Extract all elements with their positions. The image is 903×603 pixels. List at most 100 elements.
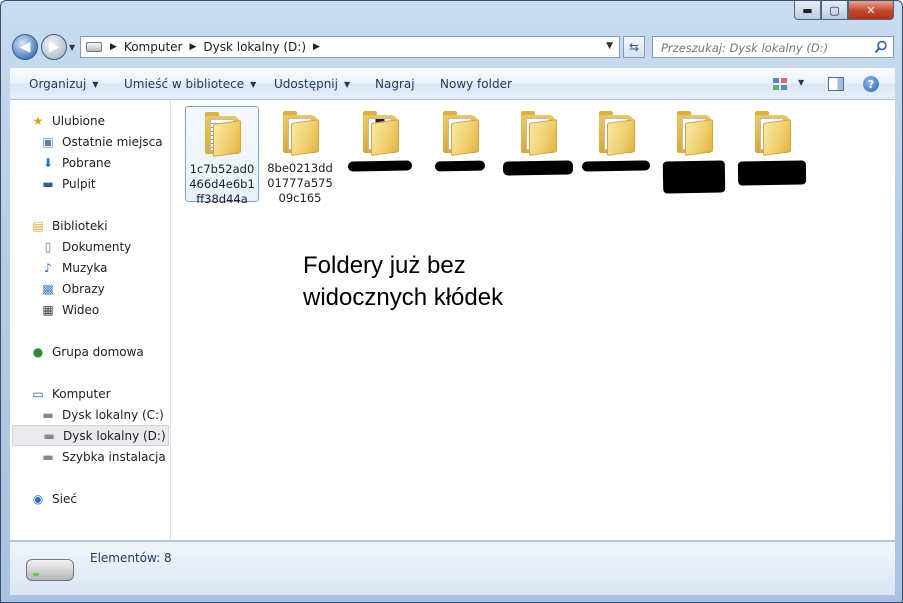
nav-video-label: Wideo [62,302,100,317]
nav-homegroup[interactable]: ● Grupa domowa [30,341,170,362]
forward-button[interactable]: ▶ [41,34,67,60]
nav-pictures[interactable]: ▩ Obrazy [40,278,170,299]
address-dropdown-icon[interactable]: ▼ [606,41,613,51]
view-options-icon[interactable] [772,77,788,91]
folder-item[interactable]: 1c7b52ad0466d4e6b1ff38d44a [185,106,259,206]
arrow-left-icon: ◀ [19,39,31,55]
folder-item[interactable] [343,106,417,202]
folder-item[interactable]: 8be0213dd01777a57509c165 [263,106,337,205]
arrow-right-icon: ▶ [48,39,60,55]
nav-recent-places[interactable]: ▣ Ostatnie miejsca [40,131,170,152]
nav-desktop-label: Pulpit [62,176,96,191]
share-menu[interactable]: Udostępnij ▼ [274,68,350,100]
network-icon: ◉ [32,491,44,506]
include-in-library-menu[interactable]: Umieść w bibliotece ▼ [124,68,256,100]
desktop-icon: ▬ [42,176,54,191]
redacted-name [347,160,413,172]
folder-item[interactable] [657,106,731,202]
nav-network[interactable]: ◉ Sieć [30,488,170,509]
homegroup-icon: ● [32,344,44,359]
star-icon: ★ [32,113,44,128]
organize-menu[interactable]: Organizuj ▼ [29,68,98,100]
nav-favorites-label: Ulubione [52,113,106,128]
window-controls: ▬ ▢ ✕ [794,1,894,21]
share-label: Udostępnij [274,77,338,91]
new-folder-button[interactable]: Nowy folder [440,68,512,100]
chevron-down-icon: ▼ [92,79,99,89]
address-bar[interactable]: ▶ Komputer ▶ Dysk lokalny (D:) ▶ ▼ [80,36,620,58]
redacted-name [662,160,726,194]
folder-icon [357,111,403,156]
nav-computer[interactable]: ▭ Komputer [30,383,170,404]
folder-icon [749,111,795,156]
refresh-icon: ⇆ [628,40,640,54]
folder-item[interactable] [735,106,809,202]
nav-music-label: Muzyka [62,260,108,275]
back-button[interactable]: ◀ [12,34,38,60]
address-row: ◀ ▶ ▼ ▶ Komputer ▶ Dysk lokalny (D:) ▶ ▼… [1,31,902,65]
nav-documents[interactable]: ▯ Dokumenty [40,236,170,257]
folder-item[interactable] [423,106,497,202]
redacted-name [502,160,574,176]
nav-drive-d[interactable]: ▬ Dysk lokalny (D:) [12,425,169,446]
drive-icon: ▬ [42,449,54,464]
breadcrumb-arrow-icon[interactable]: ▶ [313,42,320,52]
help-icon[interactable]: ? [863,76,879,92]
system-drive-icon: ▬ [42,407,54,422]
video-icon: ▦ [42,302,54,317]
nav-drive-c[interactable]: ▬ Dysk lokalny (C:) [40,404,170,425]
search-input[interactable] [659,38,873,58]
breadcrumb-computer[interactable]: Komputer [124,40,183,54]
folder-icon [515,111,561,156]
nav-documents-label: Dokumenty [62,239,132,254]
folder-icon [437,111,483,156]
burn-button[interactable]: Nagraj [375,68,415,100]
preview-pane-icon[interactable] [828,77,844,91]
include-in-library-label: Umieść w bibliotece [124,77,245,91]
libraries-icon: ▤ [32,218,44,233]
nav-downloads[interactable]: ⬇ Pobrane [40,152,170,173]
nav-libraries[interactable]: ▤ Biblioteki [30,215,170,236]
drive-icon [26,559,74,581]
nav-quick-install-label: Szybka instalacja pal [62,449,170,464]
redacted-name [581,160,651,172]
recent-pages-dropdown[interactable]: ▼ [69,43,75,52]
nav-drive-c-label: Dysk lokalny (C:) [62,407,164,422]
explorer-window: ▬ ▢ ✕ ◀ ▶ ▼ ▶ Komputer ▶ Dysk lokalny (D… [0,0,903,603]
nav-downloads-label: Pobrane [62,155,112,170]
drive-icon [86,42,102,52]
folder-item[interactable] [579,106,653,202]
folder-icon [671,111,717,156]
item-count: Elementów: 8 [90,551,172,565]
status-bar: Elementów: 8 [10,541,895,595]
breadcrumb-arrow-icon[interactable]: ▶ [189,42,196,52]
nav-network-label: Sieć [52,491,77,506]
navigation-pane: ★ Ulubione ▣ Ostatnie miejsca ⬇ Pobrane ▬ Pu… [10,100,171,540]
maximize-button[interactable]: ▢ [821,1,848,20]
recent-places-icon: ▣ [42,134,54,149]
view-dropdown-icon[interactable]: ▼ [798,78,804,87]
nav-quick-install[interactable]: ▬ Szybka instalacja pal [40,446,170,467]
folder-name: 1c7b52ad0466d4e6b1ff38d44a [189,162,255,206]
nav-favorites[interactable]: ★ Ulubione [30,110,170,131]
nav-libraries-label: Biblioteki [52,218,108,233]
command-bar: Organizuj ▼ Umieść w bibliotece ▼ Udostępn… [10,67,895,100]
search-box[interactable] [652,36,894,58]
folder-item[interactable] [501,106,575,202]
search-icon[interactable] [874,40,888,54]
file-list: 1c7b52ad0466d4e6b1ff38d44a 8be0213dd0177… [171,100,895,540]
minimize-button[interactable]: ▬ [794,1,821,20]
nav-pictures-label: Obrazy [62,281,105,296]
folder-name: 8be0213dd01777a57509c165 [267,161,333,205]
folder-icon [277,111,323,156]
pictures-icon: ▩ [42,281,54,296]
close-button[interactable]: ✕ [848,1,894,20]
nav-video[interactable]: ▦ Wideo [40,299,170,320]
redacted-name [434,160,486,172]
refresh-button[interactable]: ⇆ [623,36,645,58]
nav-desktop[interactable]: ▬ Pulpit [40,173,170,194]
breadcrumb-drive-d[interactable]: Dysk lokalny (D:) [203,40,306,54]
nav-music[interactable]: ♪ Muzyka [40,257,170,278]
breadcrumb-arrow-icon[interactable]: ▶ [110,42,117,52]
nav-recent-label: Ostatnie miejsca [62,134,163,149]
